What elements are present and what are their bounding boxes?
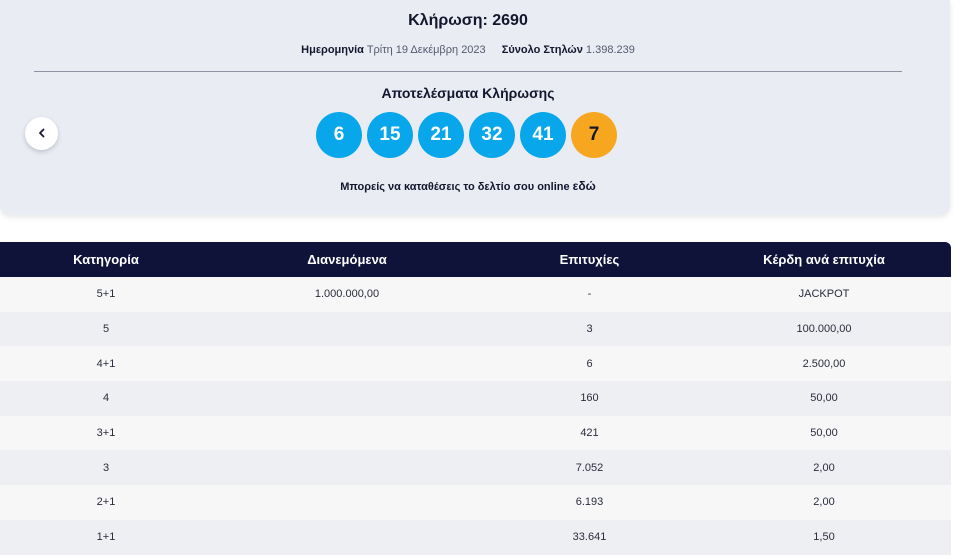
previous-draw-button[interactable]	[25, 117, 58, 150]
winning-numbers: 6 15 21 32 41 7	[316, 112, 617, 158]
cell-winners: 3	[586, 323, 593, 336]
header-winners: Επιτυχίες	[559, 252, 620, 267]
cell-category: 5+1	[96, 288, 116, 301]
cell-category: 4	[102, 392, 110, 405]
online-note-text: Μπορείς να καταθέσεις το δελτίο σου onli…	[340, 181, 570, 193]
cell-prize: 2,00	[813, 461, 835, 474]
cell-prize: 2.500,00	[802, 357, 846, 370]
chevron-left-icon	[37, 125, 47, 143]
results-table: Κατηγορία Διανεμόμενα Επιτυχίες Κέρδη αν…	[0, 242, 951, 555]
cell-prize: 2,00	[813, 496, 835, 509]
online-link[interactable]: εδώ	[573, 179, 596, 193]
table-row: 3+1 421 50,00	[0, 415, 951, 451]
table-row: 4 160 50,00	[0, 381, 951, 416]
cell-winners: 6.193	[575, 496, 604, 509]
cell-category: 1+1	[96, 531, 116, 544]
cell-prize: 1,50	[813, 531, 835, 544]
cell-winners: 33.641	[572, 531, 607, 544]
table-row: 3 7.052 2,00	[0, 450, 951, 486]
table-row: 5 3 100.000,00	[0, 311, 951, 347]
cell-winners: 6	[586, 357, 593, 370]
cell-winners: 421	[580, 427, 599, 440]
cell-winners: 160	[580, 392, 599, 405]
number-ball: 21	[418, 112, 464, 158]
table-row: 1+1 33.641 1,50	[0, 519, 951, 555]
header-distributed: Διανεμόμενα	[307, 252, 387, 267]
draw-card: Κλήρωση: 2690 Ημερομηνία Τρίτη 19 Δεκέμβ…	[0, 0, 950, 215]
number-ball: 41	[520, 112, 566, 158]
cell-category: 4+1	[96, 357, 116, 370]
number-ball: 15	[367, 112, 413, 158]
date-value: Τρίτη 19 Δεκέμβρη 2023	[366, 44, 486, 56]
results-title: Αποτελέσματα Κλήρωσης	[381, 85, 555, 101]
cell-winners: -	[587, 288, 592, 301]
divider	[34, 71, 902, 72]
columns-label: Σύνολο Στηλών	[501, 44, 583, 56]
cell-category: 3+1	[96, 427, 116, 440]
date-label: Ημερομηνία	[301, 44, 364, 56]
cell-prize: 100.000,00	[796, 323, 852, 336]
table-row: 4+1 6 2.500,00	[0, 346, 951, 382]
draw-meta: Ημερομηνία Τρίτη 19 Δεκέμβρη 2023 Σύνολο…	[0, 44, 936, 56]
number-ball: 32	[469, 112, 515, 158]
cell-category: 3	[102, 461, 110, 474]
cell-prize: 50,00	[810, 392, 838, 405]
table-row: 2+1 6.193 2,00	[0, 485, 951, 520]
table-row: 5+1 1.000.000,00 - JACKPOT	[0, 277, 951, 312]
table-header: Κατηγορία Διανεμόμενα Επιτυχίες Κέρδη αν…	[0, 242, 951, 277]
header-category: Κατηγορία	[73, 252, 139, 267]
cell-distributed: 1.000.000,00	[314, 288, 380, 301]
cell-category: 2+1	[96, 496, 116, 509]
draw-title: Κλήρωση: 2690	[408, 12, 528, 29]
cell-category: 5	[102, 323, 110, 336]
header-prize-per-winner: Κέρδη ανά επιτυχία	[763, 252, 885, 267]
page: Κλήρωση: 2690 Ημερομηνία Τρίτη 19 Δεκέμβ…	[0, 0, 960, 560]
cell-winners: 7.052	[575, 461, 604, 474]
cell-prize: 50,00	[810, 427, 838, 440]
table-body: 5+1 1.000.000,00 - JACKPOT 5 3 100.000,0…	[0, 277, 951, 555]
joker-ball: 7	[571, 112, 617, 158]
number-ball: 6	[316, 112, 362, 158]
columns-value: 1.398.239	[585, 44, 635, 56]
cell-prize: JACKPOT	[798, 288, 850, 301]
online-note: Μπορείς να καταθέσεις το δελτίο σου onli…	[0, 179, 936, 193]
